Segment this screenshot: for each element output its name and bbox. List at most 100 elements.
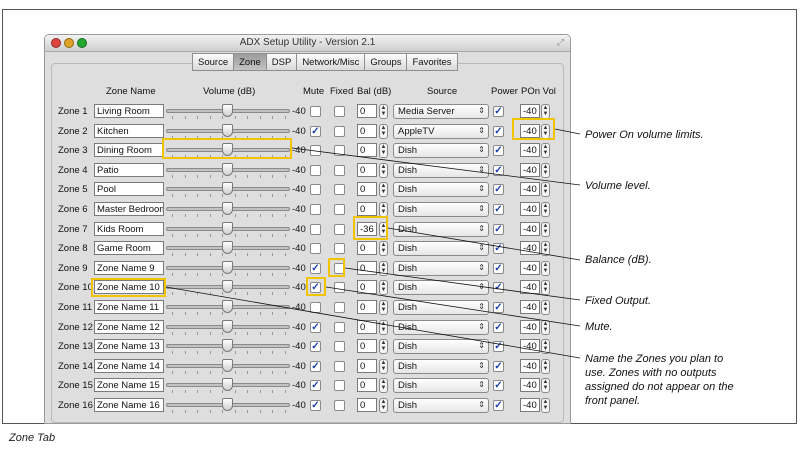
balance-field[interactable]: 0 <box>357 241 377 256</box>
slider-knob[interactable] <box>222 280 233 294</box>
balance-stepper[interactable]: ▲ ▼ <box>379 241 388 257</box>
power-checkbox[interactable]: ✓ <box>493 282 504 294</box>
zone-name-field[interactable]: Zone Name 10 <box>94 280 164 295</box>
zone-name-field[interactable]: Kids Room <box>94 221 164 236</box>
zone-name-field[interactable]: Zone Name 11 <box>94 300 164 314</box>
pon-vol-stepper[interactable]: ▲ ▼ <box>541 300 550 315</box>
balance-field[interactable]: 0 <box>357 123 377 138</box>
balance-stepper[interactable]: ▲ ▼ <box>379 319 388 335</box>
balance-field[interactable]: 0 <box>357 104 377 118</box>
fullscreen-icon[interactable]: ⤢ <box>557 37 564 48</box>
fixed-checkbox[interactable] <box>334 145 345 157</box>
source-select[interactable]: Dish ⇕ <box>393 280 489 296</box>
volume-slider[interactable] <box>166 378 290 394</box>
slider-knob[interactable] <box>222 319 233 333</box>
pon-vol-stepper[interactable]: ▲ ▼ <box>541 358 550 374</box>
source-select[interactable]: Dish ⇕ <box>393 260 489 276</box>
volume-slider[interactable] <box>166 241 290 257</box>
zone-name-field[interactable]: Zone Name 12 <box>94 319 164 334</box>
balance-field[interactable]: 0 <box>357 202 377 216</box>
balance-stepper[interactable]: ▲ ▼ <box>379 123 388 139</box>
slider-knob[interactable] <box>222 202 233 215</box>
volume-slider[interactable] <box>166 319 290 335</box>
fixed-checkbox[interactable] <box>334 400 345 411</box>
balance-field[interactable]: 0 <box>357 378 377 393</box>
fixed-checkbox[interactable] <box>334 106 345 117</box>
balance-field[interactable]: 0 <box>357 300 377 314</box>
pon-vol-stepper[interactable]: ▲ ▼ <box>541 260 550 276</box>
mute-checkbox[interactable]: ✓ <box>310 360 321 372</box>
fixed-checkbox[interactable] <box>334 380 345 392</box>
slider-knob[interactable] <box>222 143 233 157</box>
power-checkbox[interactable]: ✓ <box>493 380 504 392</box>
mute-checkbox[interactable] <box>310 145 321 157</box>
source-select[interactable]: Dish ⇕ <box>393 398 489 413</box>
fixed-checkbox[interactable] <box>334 341 345 353</box>
source-select[interactable]: Dish ⇕ <box>393 378 489 394</box>
fixed-checkbox[interactable] <box>334 321 345 333</box>
slider-knob[interactable] <box>222 221 233 235</box>
pon-vol-field[interactable]: -40 <box>520 300 540 314</box>
mute-checkbox[interactable]: ✓ <box>310 341 321 353</box>
pon-vol-stepper[interactable]: ▲ ▼ <box>541 123 550 139</box>
zone-name-field[interactable]: Kitchen <box>94 123 164 138</box>
pon-vol-stepper[interactable]: ▲ ▼ <box>541 143 550 159</box>
balance-stepper[interactable]: ▲ ▼ <box>379 202 388 217</box>
volume-slider[interactable] <box>166 202 290 217</box>
balance-field[interactable]: 0 <box>357 182 377 197</box>
balance-stepper[interactable]: ▲ ▼ <box>379 162 388 178</box>
volume-slider[interactable] <box>166 104 290 119</box>
power-checkbox[interactable]: ✓ <box>493 360 504 372</box>
balance-field[interactable]: 0 <box>357 358 377 373</box>
volume-slider[interactable] <box>166 143 290 159</box>
fixed-checkbox[interactable] <box>334 262 345 274</box>
balance-stepper[interactable]: ▲ ▼ <box>379 300 388 315</box>
balance-field[interactable]: 0 <box>357 398 377 412</box>
pon-vol-stepper[interactable]: ▲ ▼ <box>541 221 550 237</box>
power-checkbox[interactable]: ✓ <box>493 321 504 333</box>
slider-knob[interactable] <box>222 123 233 137</box>
tab-favorites[interactable]: Favorites <box>406 53 458 71</box>
balance-field[interactable]: 0 <box>357 260 377 275</box>
zone-name-field[interactable]: Living Room <box>94 104 164 118</box>
pon-vol-stepper[interactable]: ▲ ▼ <box>541 280 550 296</box>
pon-vol-field[interactable]: -40 <box>520 260 540 275</box>
source-select[interactable]: Dish ⇕ <box>393 241 489 257</box>
volume-slider[interactable] <box>166 398 290 413</box>
source-select[interactable]: Dish ⇕ <box>393 221 489 237</box>
pon-vol-field[interactable]: -40 <box>520 398 540 412</box>
tab-dsp[interactable]: DSP <box>265 53 298 71</box>
power-checkbox[interactable]: ✓ <box>493 164 504 176</box>
pon-vol-stepper[interactable]: ▲ ▼ <box>541 319 550 335</box>
source-select[interactable]: Dish ⇕ <box>393 300 489 315</box>
power-checkbox[interactable]: ✓ <box>493 184 504 196</box>
volume-slider[interactable] <box>166 162 290 178</box>
fixed-checkbox[interactable] <box>334 223 345 235</box>
balance-stepper[interactable]: ▲ ▼ <box>379 182 388 198</box>
pon-vol-field[interactable]: -40 <box>520 378 540 393</box>
tab-network-misc[interactable]: Network/Misc <box>296 53 366 71</box>
slider-knob[interactable] <box>222 104 233 117</box>
tab-source[interactable]: Source <box>192 53 235 71</box>
fixed-checkbox[interactable] <box>334 184 345 196</box>
zone-name-field[interactable]: Game Room <box>94 241 164 256</box>
pon-vol-field[interactable]: -40 <box>520 319 540 334</box>
balance-stepper[interactable]: ▲ ▼ <box>379 280 388 296</box>
pon-vol-field[interactable]: -40 <box>520 182 540 197</box>
power-checkbox[interactable]: ✓ <box>493 243 504 255</box>
balance-stepper[interactable]: ▲ ▼ <box>379 260 388 276</box>
pon-vol-field[interactable]: -40 <box>520 143 540 158</box>
zone-name-field[interactable]: Pool <box>94 182 164 197</box>
power-checkbox[interactable]: ✓ <box>493 223 504 235</box>
mute-checkbox[interactable] <box>310 243 321 255</box>
volume-slider[interactable] <box>166 358 290 374</box>
zone-name-field[interactable]: Patio <box>94 162 164 177</box>
mute-checkbox[interactable]: ✓ <box>310 282 321 294</box>
power-checkbox[interactable]: ✓ <box>493 204 504 215</box>
source-select[interactable]: Media Server ⇕ <box>393 104 489 119</box>
source-select[interactable]: Dish ⇕ <box>393 319 489 335</box>
source-select[interactable]: Dish ⇕ <box>393 182 489 198</box>
pon-vol-field[interactable]: -40 <box>520 358 540 373</box>
balance-field[interactable]: 0 <box>357 339 377 354</box>
balance-stepper[interactable]: ▲ ▼ <box>379 104 388 119</box>
